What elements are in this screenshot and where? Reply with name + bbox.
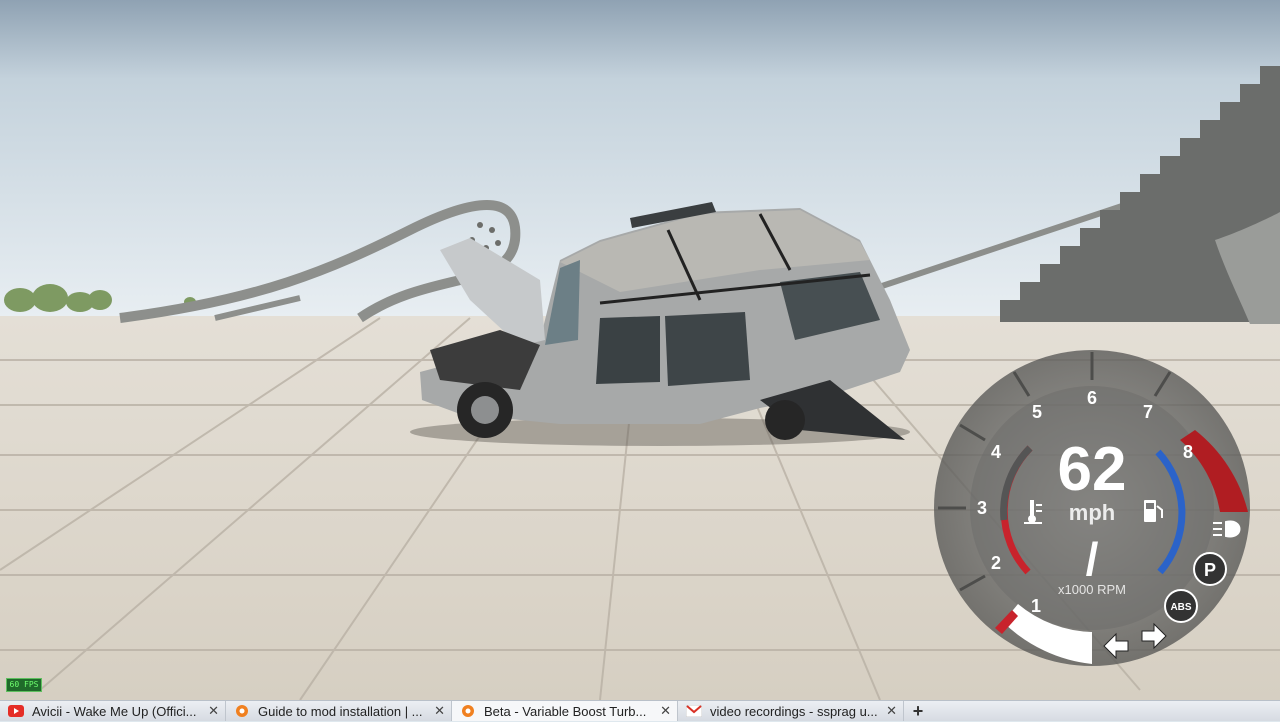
rpm-tick-label: 7 — [1143, 402, 1153, 422]
tab-title: Guide to mod installation | ... — [258, 703, 423, 719]
rpm-tick-label: 3 — [977, 498, 987, 518]
tab-close-icon[interactable]: ✕ — [660, 703, 671, 719]
speedometer: 1 2 3 4 5 6 7 8 62 mph / x1000 RPM P ABS — [934, 350, 1250, 666]
fps-counter: 60 FPS — [6, 678, 42, 692]
tab-title: Avicii - Wake Me Up (Offici... — [32, 703, 197, 719]
svg-text:P: P — [1204, 560, 1216, 580]
browser-tab[interactable]: Guide to mod installation | ... ✕ — [226, 701, 452, 721]
rpm-tick-label: 4 — [991, 442, 1001, 462]
browser-tab[interactable]: video recordings - ssprag u... ✕ — [678, 701, 904, 721]
gmail-icon — [686, 704, 702, 718]
browser-tab-strip: Avicii - Wake Me Up (Offici... ✕ Guide to … — [0, 700, 1280, 721]
youtube-icon — [8, 704, 24, 718]
headlight-icon — [1213, 520, 1241, 538]
rpm-tick-label: 8 — [1183, 442, 1193, 462]
browser-tab[interactable]: Avicii - Wake Me Up (Offici... ✕ — [0, 701, 226, 721]
game-viewport: 1 2 3 4 5 6 7 8 62 mph / x1000 RPM P ABS — [0, 0, 1280, 701]
browser-tab[interactable]: Beta - Variable Boost Turb... ✕ — [452, 701, 678, 721]
rpm-scale-label: x1000 RPM — [1058, 582, 1126, 597]
gear-indicator: / — [1086, 533, 1099, 585]
new-tab-button[interactable]: + — [904, 701, 932, 721]
parking-brake-icon: P — [1193, 552, 1227, 586]
svg-text:ABS: ABS — [1170, 602, 1191, 613]
beamng-icon — [460, 704, 476, 718]
rpm-tick-label: 1 — [1031, 596, 1041, 616]
abs-icon: ABS — [1164, 589, 1198, 623]
tab-close-icon[interactable]: ✕ — [208, 703, 219, 719]
rpm-tick-label: 6 — [1087, 388, 1097, 408]
rpm-tick-label: 2 — [991, 553, 1001, 573]
speed-readout: 62 — [1058, 435, 1127, 504]
rpm-tick-label: 5 — [1032, 402, 1042, 422]
tab-close-icon[interactable]: ✕ — [434, 703, 445, 719]
beamng-icon — [234, 704, 250, 718]
tab-title: Beta - Variable Boost Turb... — [484, 703, 647, 719]
tab-title: video recordings - ssprag u... — [710, 703, 878, 719]
speed-unit: mph — [1069, 500, 1115, 525]
tab-close-icon[interactable]: ✕ — [886, 703, 897, 719]
